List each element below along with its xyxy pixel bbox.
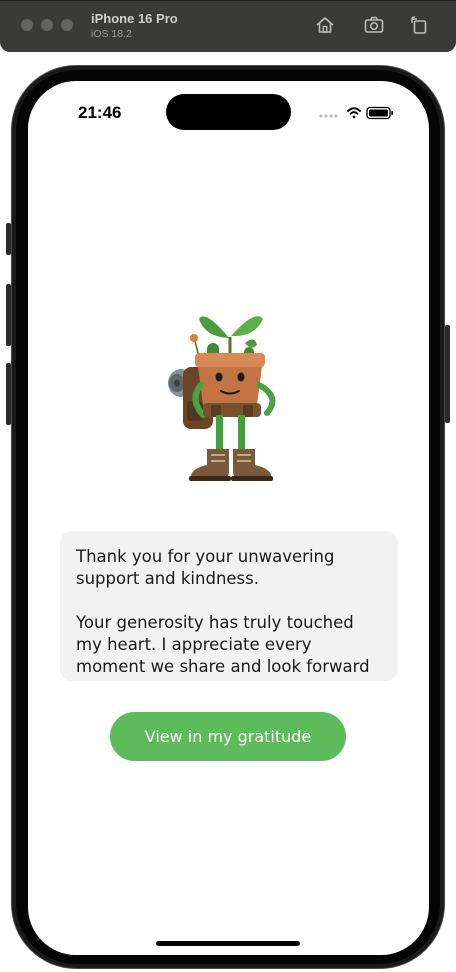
dynamic-island [166, 94, 291, 130]
simulator-toolbar: iPhone 16 Pro iOS 18.2 [0, 0, 456, 52]
screenshot-icon[interactable] [363, 14, 385, 36]
zoom-window-button[interactable] [61, 19, 73, 31]
action-button[interactable] [6, 223, 11, 255]
home-indicator[interactable] [156, 941, 300, 946]
battery-icon [366, 106, 393, 120]
power-button[interactable] [445, 325, 450, 423]
volume-up-button[interactable] [6, 284, 11, 346]
rotate-icon[interactable] [408, 14, 430, 36]
wifi-icon [347, 107, 361, 119]
simulator-device-name: iPhone 16 Pro [91, 11, 178, 26]
gratitude-message-card: Thank you for your unwavering support an… [60, 531, 398, 681]
status-time: 21:46 [78, 103, 122, 122]
status-icons [319, 106, 393, 120]
message-paragraph-1: Thank you for your unwavering support an… [76, 547, 335, 588]
minimize-window-button[interactable] [41, 19, 53, 31]
app-screen: 21:46 Thank you for your unwavering supp… [28, 81, 429, 955]
view-gratitude-button[interactable]: View in my gratitude [110, 712, 346, 761]
close-window-button[interactable] [21, 19, 33, 31]
potted-plant-hiker-illustration [168, 316, 276, 481]
signal-icon [319, 114, 338, 118]
simulator-os-version: iOS 18.2 [91, 28, 132, 40]
volume-down-button[interactable] [6, 363, 11, 425]
home-icon[interactable] [314, 14, 336, 36]
message-paragraph-2: Your generosity has truly touched my hea… [76, 613, 370, 681]
